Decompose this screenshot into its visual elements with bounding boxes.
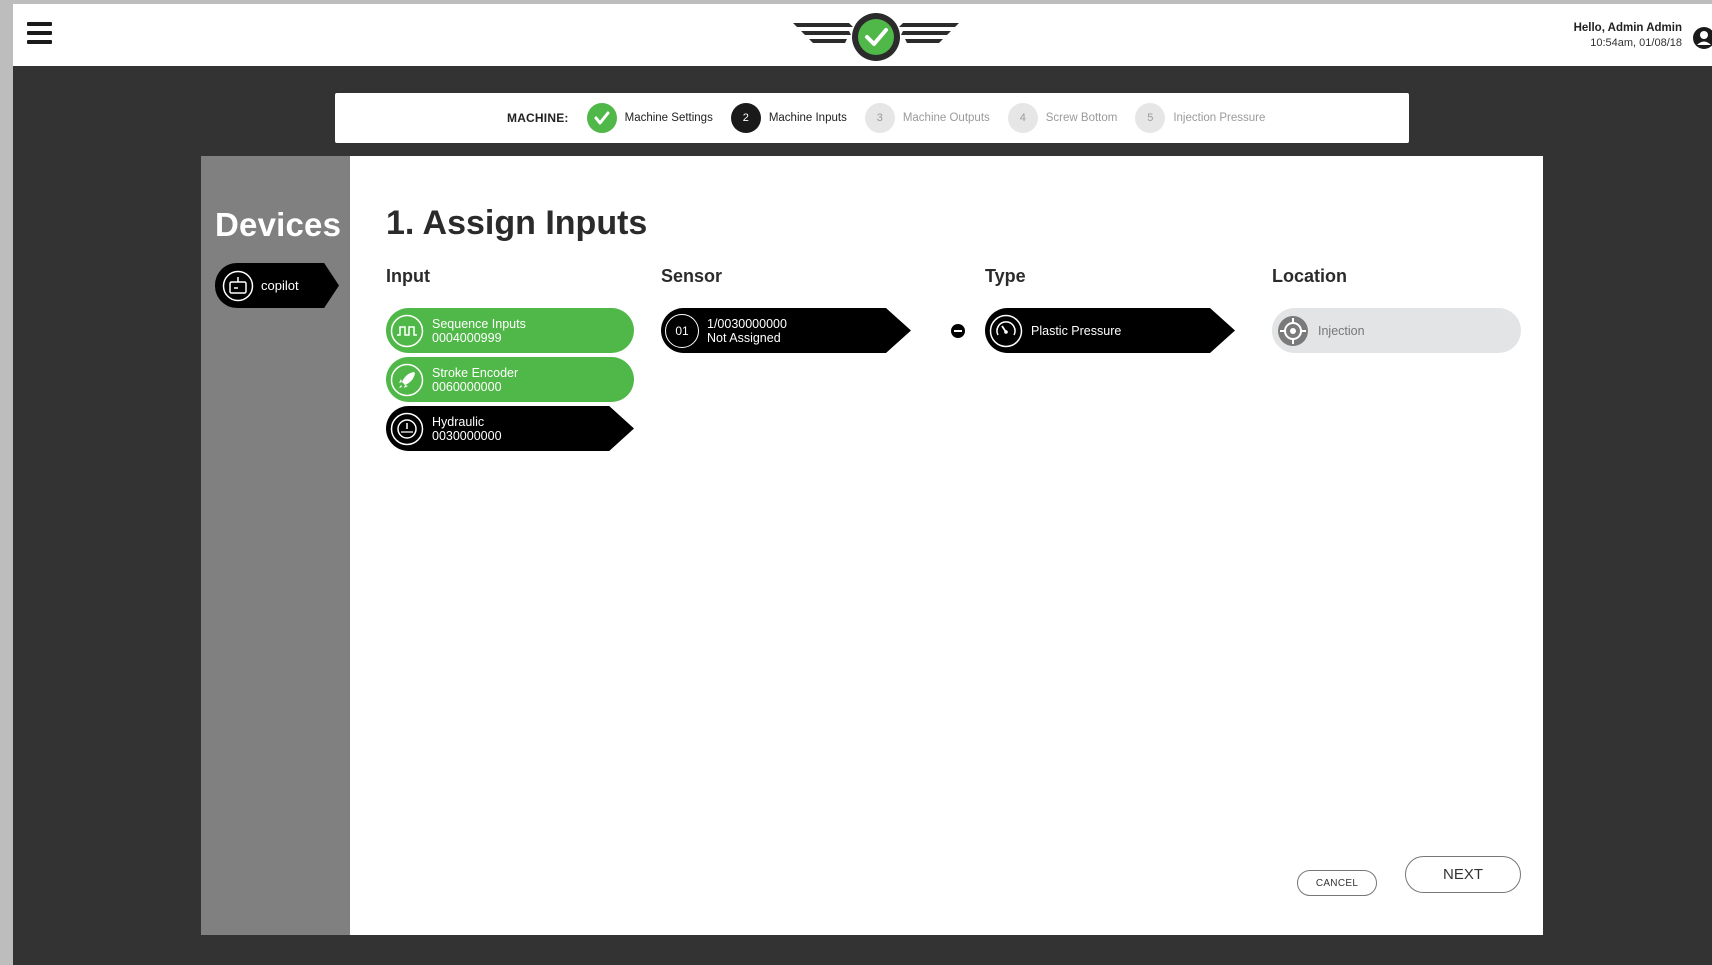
- hamburger-menu-icon[interactable]: [27, 22, 52, 46]
- location-item[interactable]: Injection: [1272, 308, 1521, 353]
- location-label: Injection: [1318, 323, 1365, 338]
- user-greeting: Hello, Admin Admin 10:54am, 01/08/18: [1574, 22, 1682, 49]
- step-label: Screw Bottom: [1045, 112, 1118, 124]
- assign-inputs-panel: 1. Assign Inputs Input Sensor Type Locat…: [350, 156, 1543, 935]
- greeting-text: Hello, Admin Admin: [1573, 22, 1682, 34]
- check-icon: [586, 103, 617, 133]
- square-wave-icon: [390, 314, 424, 347]
- winged-check-logo[interactable]: [791, 9, 961, 61]
- cancel-button[interactable]: CANCEL: [1297, 870, 1377, 896]
- device-box-icon: [222, 270, 254, 301]
- gauge-icon: [989, 314, 1023, 347]
- next-button[interactable]: NEXT: [1405, 856, 1521, 893]
- device-item-copilot[interactable]: copilot: [215, 263, 339, 308]
- input-sequence-inputs[interactable]: Sequence Inputs 0004000999: [386, 308, 634, 353]
- column-header-sensor: Sensor: [661, 266, 723, 286]
- sidebar-title: Devices: [215, 206, 342, 243]
- step-label: Machine Inputs: [768, 112, 847, 124]
- step-injection-pressure[interactable]: 5 Injection Pressure: [1135, 103, 1265, 133]
- input-name: Stroke Encoder: [432, 365, 519, 380]
- machine-stepper: MACHINE: Machine Settings 2 Machine Inpu…: [335, 93, 1409, 143]
- page-title: 1. Assign Inputs: [386, 204, 648, 242]
- input-id: 0004000999: [432, 330, 502, 345]
- sensor-id: 1/0030000000: [707, 316, 787, 331]
- devices-sidebar: Devices copilot: [201, 156, 350, 935]
- column-header-location: Location: [1272, 266, 1347, 286]
- input-name: Hydraulic: [432, 414, 485, 429]
- input-id: 0060000000: [432, 379, 502, 394]
- step-machine-inputs[interactable]: 2 Machine Inputs: [730, 103, 847, 133]
- step-machine-outputs[interactable]: 3 Machine Outputs: [864, 103, 990, 133]
- device-label: copilot: [261, 278, 299, 293]
- datetime-text: 10:54am, 01/08/18: [1590, 37, 1682, 49]
- step-label: Injection Pressure: [1173, 112, 1266, 124]
- sensor-item[interactable]: 01 1/0030000000 Not Assigned: [661, 308, 911, 353]
- input-name: Sequence Inputs: [432, 316, 526, 331]
- pressure-gauge-icon: [390, 412, 424, 445]
- target-icon: [1278, 315, 1308, 346]
- top-bar: Hello, Admin Admin 10:54am, 01/08/18: [13, 4, 1712, 66]
- input-id: 0030000000: [432, 428, 502, 443]
- step-number: 3: [864, 103, 895, 133]
- app-frame: Hello, Admin Admin 10:54am, 01/08/18 MAC…: [13, 4, 1712, 965]
- type-item[interactable]: Plastic Pressure: [985, 308, 1235, 353]
- user-account-icon[interactable]: [1692, 26, 1712, 50]
- rocket-icon: [390, 363, 424, 396]
- column-header-type: Type: [985, 266, 1026, 286]
- step-label: Machine Settings: [624, 112, 713, 124]
- type-label: Plastic Pressure: [1031, 323, 1122, 338]
- step-number: 5: [1135, 103, 1166, 133]
- sensor-badge: 01: [665, 313, 699, 348]
- step-screw-bottom[interactable]: 4 Screw Bottom: [1007, 103, 1118, 133]
- column-header-input: Input: [386, 266, 430, 286]
- step-label: Machine Outputs: [902, 112, 990, 124]
- step-number: 4: [1007, 103, 1038, 133]
- stepper-label: MACHINE:: [507, 111, 569, 125]
- sensor-status: Not Assigned: [707, 330, 781, 345]
- remove-sensor-icon[interactable]: [951, 324, 965, 338]
- step-machine-settings[interactable]: Machine Settings: [586, 103, 713, 133]
- input-hydraulic[interactable]: Hydraulic 0030000000: [386, 406, 634, 451]
- input-stroke-encoder[interactable]: Stroke Encoder 0060000000: [386, 357, 634, 402]
- step-number: 2: [730, 103, 761, 133]
